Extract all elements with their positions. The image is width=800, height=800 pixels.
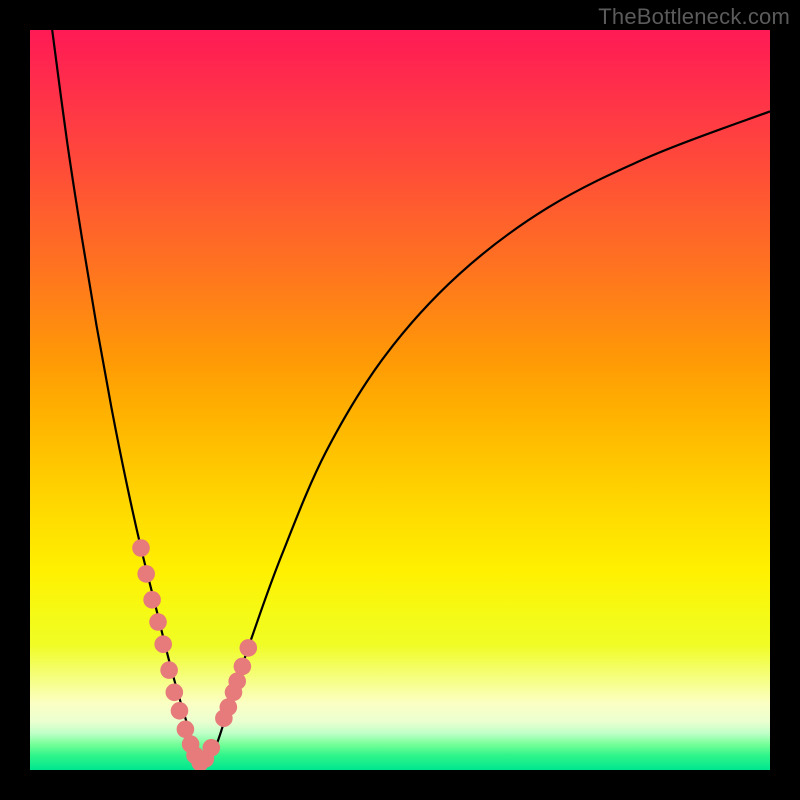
highlight-marker <box>240 639 258 657</box>
highlight-marker <box>160 661 178 679</box>
highlight-marker <box>171 702 189 720</box>
highlight-markers-group <box>132 539 257 770</box>
highlight-marker <box>137 565 155 583</box>
highlight-marker <box>234 658 252 676</box>
highlight-marker <box>143 591 161 609</box>
chart-frame: TheBottleneck.com <box>0 0 800 800</box>
highlight-marker <box>166 684 184 702</box>
highlight-marker <box>203 739 221 757</box>
bottleneck-curve <box>52 30 770 764</box>
highlight-marker <box>132 539 150 557</box>
highlight-marker <box>149 613 167 631</box>
watermark-text: TheBottleneck.com <box>598 4 790 30</box>
plot-area <box>30 30 770 770</box>
highlight-marker <box>154 635 172 653</box>
curve-layer <box>30 30 770 770</box>
